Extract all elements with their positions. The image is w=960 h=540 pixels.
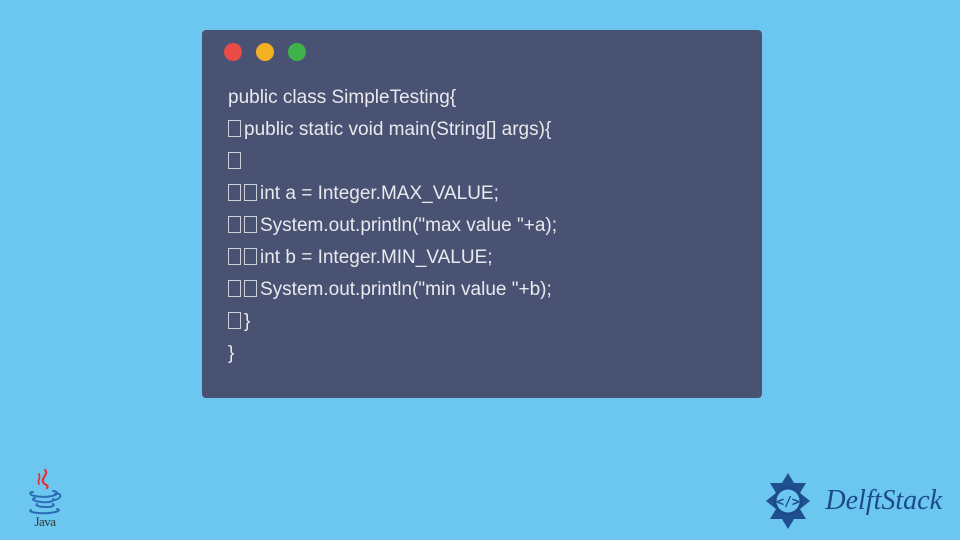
code-line: int b = Integer.MIN_VALUE; [228,242,736,274]
code-line: public class SimpleTesting{ [228,82,736,114]
code-line: int a = Integer.MAX_VALUE; [228,178,736,210]
code-line: System.out.println("min value "+b); [228,274,736,306]
tab-marker-icon [228,248,241,265]
minimize-icon[interactable] [256,43,274,61]
code-line: } [228,338,736,370]
java-cup-icon [25,468,65,516]
delftstack-emblem-icon: </> [757,470,819,532]
code-text: public static void main(String[] args){ [244,119,551,140]
tab-marker-icon [228,312,241,329]
tab-marker-icon [244,216,257,233]
code-text: public class SimpleTesting{ [228,87,456,108]
java-logo: Java [20,468,70,530]
code-line [228,146,736,178]
code-text: int b = Integer.MIN_VALUE; [260,247,493,268]
tab-marker-icon [228,184,241,201]
code-line: } [228,306,736,338]
code-line: public static void main(String[] args){ [228,114,736,146]
window-titlebar [202,30,762,74]
code-line: System.out.println("max value "+a); [228,210,736,242]
code-text: int a = Integer.MAX_VALUE; [260,183,499,204]
tab-marker-icon [244,248,257,265]
code-text: } [228,343,234,364]
tab-marker-icon [228,280,241,297]
tab-marker-icon [244,280,257,297]
code-block: public class SimpleTesting{ public static… [202,74,762,378]
tab-marker-icon [228,216,241,233]
code-text: System.out.println("max value "+a); [260,215,557,236]
maximize-icon[interactable] [288,43,306,61]
brand-name: DelftStack [825,485,942,517]
tab-marker-icon [244,184,257,201]
close-icon[interactable] [224,43,242,61]
svg-text:</>: </> [777,495,801,510]
code-window: public class SimpleTesting{ public static… [202,30,762,398]
code-text: } [244,311,250,332]
tab-marker-icon [228,152,241,169]
code-text: System.out.println("min value "+b); [260,279,552,300]
java-label: Java [20,514,70,530]
tab-marker-icon [228,120,241,137]
brand-logo: </> DelftStack [757,470,942,532]
